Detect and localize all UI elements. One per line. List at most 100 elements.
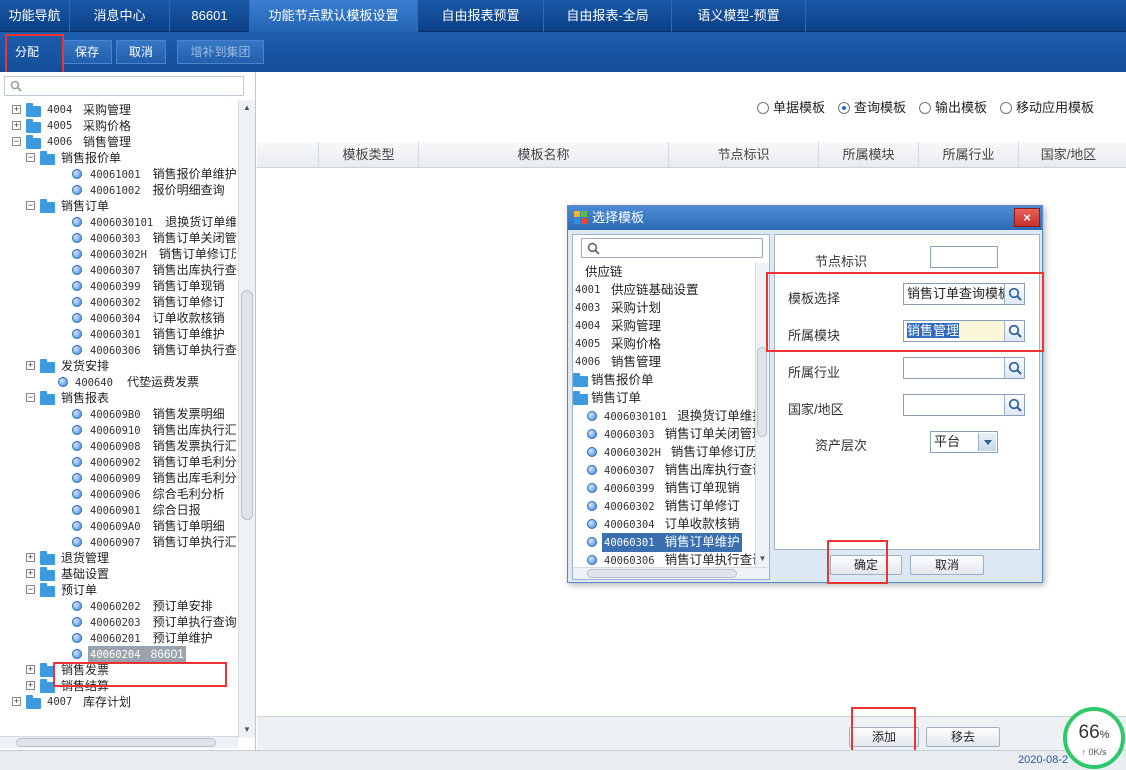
radio-3[interactable]: 移动应用模板	[1000, 100, 1094, 116]
radio-button-icon[interactable]	[838, 102, 850, 114]
expand-icon[interactable]: +	[26, 361, 35, 370]
collapse-icon[interactable]: −	[26, 153, 35, 162]
tree-row[interactable]: 40060302H 销售订单修订历史	[0, 246, 236, 262]
radio-button-icon[interactable]	[757, 102, 769, 114]
tree-row[interactable]: 40060307 销售出库执行查询	[0, 262, 236, 278]
dialog-tree-row[interactable]: 40060306 销售订单执行查询	[573, 551, 755, 567]
tree-row[interactable]: 40060303 销售订单关闭管理	[0, 230, 236, 246]
tree-row[interactable]: 40060302 销售订单修订	[0, 294, 236, 310]
tree-row[interactable]: + 退货管理	[0, 550, 236, 566]
column-header[interactable]: 模板类型	[318, 142, 418, 168]
dialog-cancel-button[interactable]: 取消	[910, 555, 984, 575]
dialog-tree-hscrollbar[interactable]	[573, 567, 769, 579]
tree-vertical-scrollbar[interactable]: ▲ ▼	[238, 100, 255, 738]
scroll-up-icon[interactable]: ▲	[239, 100, 255, 116]
expand-icon[interactable]: +	[12, 105, 21, 114]
tree-row[interactable]: 40060910 销售出库执行汇总	[0, 422, 236, 438]
top-tab-5[interactable]: 自由报表-全局	[544, 0, 672, 32]
radio-0[interactable]: 单据模板	[757, 100, 825, 116]
tree-row[interactable]: − 销售报表	[0, 390, 236, 406]
top-tab-1[interactable]: 消息中心	[70, 0, 170, 32]
tree-row[interactable]: + 销售发票	[0, 662, 236, 678]
add-to-group-button[interactable]: 增补到集团	[177, 40, 264, 64]
dialog-tree-row[interactable]: 4001 供应链基础设置	[573, 281, 755, 299]
tree-row[interactable]: 400609B0 销售发票明细	[0, 406, 236, 422]
tree-row[interactable]: 40060907 销售订单执行汇总	[0, 534, 236, 550]
tree-row[interactable]: − 4006 销售管理	[0, 134, 236, 150]
tree-row[interactable]: +4007 库存计划	[0, 694, 236, 710]
tree-row[interactable]: + 销售结算	[0, 678, 236, 694]
country-search-button[interactable]	[1004, 395, 1024, 415]
tree-row[interactable]: − 销售订单	[0, 198, 236, 214]
tree-row[interactable]: − 销售报价单	[0, 150, 236, 166]
dialog-tree-row[interactable]: 4003 采购计划	[573, 299, 755, 317]
dialog-tree-row[interactable]: 供应链	[573, 263, 755, 281]
tree-row[interactable]: 400640 代垫运费发票	[0, 374, 236, 390]
industry-field[interactable]	[903, 357, 1025, 379]
scroll-down-icon[interactable]: ▼	[239, 722, 255, 738]
top-tab-4[interactable]: 自由报表预置	[418, 0, 544, 32]
tree-search-input[interactable]	[4, 76, 244, 96]
tree-row[interactable]: +4004 采购管理	[0, 102, 236, 118]
expand-icon[interactable]: +	[12, 121, 21, 130]
cancel-button[interactable]: 取消	[116, 40, 166, 64]
top-tab-3[interactable]: 功能节点默认模板设置	[250, 0, 418, 32]
tree-row[interactable]: 40060202 预订单安排	[0, 598, 236, 614]
radio-1[interactable]: 查询模板	[838, 100, 906, 116]
dialog-tree-row[interactable]: 40060302H 销售订单修订历史	[573, 443, 755, 461]
module-search-button[interactable]	[1004, 321, 1024, 341]
asset-level-select[interactable]: 平台	[930, 431, 998, 453]
dialog-hscroll-thumb[interactable]	[587, 569, 737, 578]
top-tab-2[interactable]: 86601	[170, 0, 250, 32]
tree-row[interactable]: 40060304 订单收款核销	[0, 310, 236, 326]
radio-2[interactable]: 输出模板	[919, 100, 987, 116]
dialog-tree-row[interactable]: 40060307 销售出库执行查询	[573, 461, 755, 479]
tree-row[interactable]: 40060909 销售出库毛利分析	[0, 470, 236, 486]
module-field[interactable]: 销售管理	[903, 320, 1025, 342]
dialog-tree-row[interactable]: 4006 销售管理	[573, 353, 755, 371]
radio-button-icon[interactable]	[1000, 102, 1012, 114]
add-button[interactable]: 添加	[849, 727, 919, 747]
dialog-ok-button[interactable]: 确定	[830, 555, 902, 575]
tree-row[interactable]: + 基础设置	[0, 566, 236, 582]
scroll-thumb[interactable]	[241, 290, 253, 520]
chevron-down-icon[interactable]	[978, 433, 996, 451]
dialog-tree-row[interactable]: 销售报价单	[573, 371, 755, 389]
assign-button[interactable]: 分配	[8, 40, 46, 64]
expand-icon[interactable]: +	[12, 697, 21, 706]
tree-horizontal-scrollbar[interactable]	[0, 736, 238, 748]
expand-icon[interactable]: +	[26, 665, 35, 674]
tree-row[interactable]: 40060906 综合毛利分析	[0, 486, 236, 502]
column-header[interactable]: 所属模块	[818, 142, 918, 168]
tree-row[interactable]: + 发货安排	[0, 358, 236, 374]
expand-icon[interactable]: +	[26, 553, 35, 562]
dialog-tree-row[interactable]: 销售订单	[573, 389, 755, 407]
dialog-search-input[interactable]	[581, 238, 763, 258]
tree-row[interactable]: 40061002 报价明细查询	[0, 182, 236, 198]
tree-row[interactable]: 40061001 销售报价单维护	[0, 166, 236, 182]
dialog-titlebar[interactable]: 选择模板 ×	[568, 206, 1042, 230]
tree-row[interactable]: 40060204 86601	[0, 646, 236, 663]
tree-row[interactable]: 40060902 销售订单毛利分析	[0, 454, 236, 470]
industry-search-button[interactable]	[1004, 358, 1024, 378]
column-header[interactable]: 节点标识	[668, 142, 818, 168]
column-header[interactable]: 国家/地区	[1018, 142, 1118, 168]
dialog-tree-row[interactable]: 40060301 销售订单维护	[573, 533, 755, 552]
collapse-icon[interactable]: −	[12, 137, 21, 146]
column-header[interactable]: 所属行业	[918, 142, 1018, 168]
tree-row[interactable]: 40060908 销售发票执行汇总	[0, 438, 236, 454]
tree-row[interactable]: 40060306 销售订单执行查询	[0, 342, 236, 358]
collapse-icon[interactable]: −	[26, 201, 35, 210]
dialog-tree-row[interactable]: 40060399 销售订单现销	[573, 479, 755, 497]
tree-row[interactable]: 40060301 销售订单维护	[0, 326, 236, 342]
country-field[interactable]	[903, 394, 1025, 416]
hscroll-thumb[interactable]	[16, 738, 216, 747]
tree-row[interactable]: +4005 采购价格	[0, 118, 236, 134]
dialog-tree-row[interactable]: 4005 采购价格	[573, 335, 755, 353]
dialog-tree-row[interactable]: 4006030101 退换货订单维护	[573, 407, 755, 425]
dialog-tree-row[interactable]: 40060302 销售订单修订	[573, 497, 755, 515]
collapse-icon[interactable]: −	[26, 585, 35, 594]
tree-row[interactable]: 40060203 预订单执行查询	[0, 614, 236, 630]
save-button[interactable]: 保存	[62, 40, 112, 64]
node-id-field[interactable]	[930, 246, 998, 268]
